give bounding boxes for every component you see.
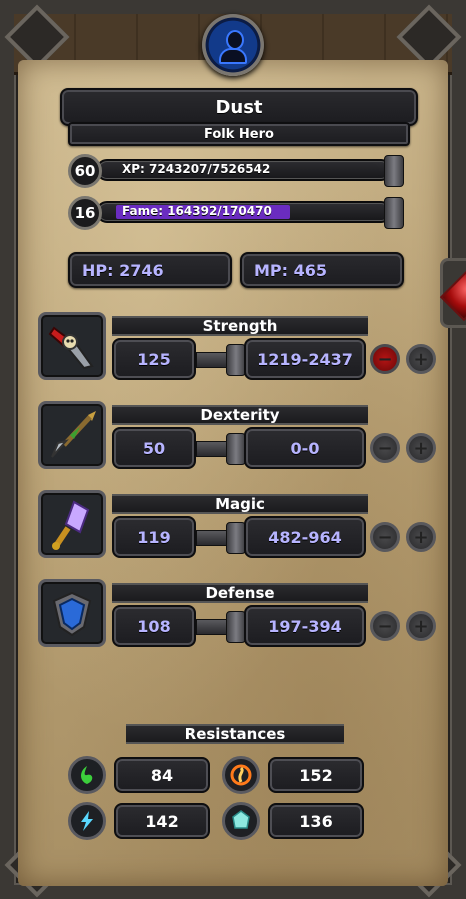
stat-damage-range: 482-964 bbox=[244, 516, 366, 558]
plus-icon: + bbox=[413, 526, 429, 548]
resistances-title: Resistances bbox=[126, 724, 344, 744]
increase-stat-button[interactable]: + bbox=[406, 522, 436, 552]
stat-damage-range: 0-0 bbox=[244, 427, 366, 469]
bar-end-bolt bbox=[384, 155, 404, 187]
plus-icon: + bbox=[413, 615, 429, 637]
resistance-value: 136 bbox=[268, 803, 364, 839]
resistance-value: 142 bbox=[114, 803, 210, 839]
fame-bar: Fame: 164392/170470 bbox=[96, 201, 392, 223]
stat-connector-bolt bbox=[226, 611, 246, 643]
fire-resistance-icon bbox=[222, 756, 260, 794]
minus-icon: − bbox=[377, 437, 393, 459]
decrease-stat-button[interactable]: − bbox=[370, 611, 400, 641]
hp-display: HP: 2746 bbox=[68, 252, 232, 288]
plus-icon: + bbox=[413, 437, 429, 459]
fame-level-badge: 16 bbox=[68, 196, 102, 230]
minus-icon: − bbox=[377, 615, 393, 637]
side-tab-gem[interactable] bbox=[439, 258, 466, 328]
minus-icon: − bbox=[377, 526, 393, 548]
stat-damage-range: 197-394 bbox=[244, 605, 366, 647]
minus-icon: − bbox=[377, 348, 393, 370]
stat-connector-bolt bbox=[226, 433, 246, 465]
ice-resistance-icon bbox=[222, 802, 260, 840]
stat-base-value: 108 bbox=[112, 605, 196, 647]
xp-bar: XP: 7243207/7526542 bbox=[96, 159, 392, 181]
character-title: Folk Hero bbox=[68, 122, 410, 146]
dexterity-icon bbox=[38, 401, 106, 469]
character-sheet: Dust Folk Hero XP: 7243207/7526542 60 Fa… bbox=[0, 0, 466, 899]
avatar[interactable] bbox=[202, 14, 264, 76]
red-gem-icon bbox=[439, 268, 466, 322]
stat-damage-range: 1219-2437 bbox=[244, 338, 366, 380]
resistance-value: 152 bbox=[268, 757, 364, 793]
xp-label: XP: 7243207/7526542 bbox=[122, 162, 271, 176]
mp-display: MP: 465 bbox=[240, 252, 404, 288]
decrease-stat-button[interactable]: − bbox=[370, 433, 400, 463]
increase-stat-button[interactable]: + bbox=[406, 611, 436, 641]
stat-name: Dexterity bbox=[112, 405, 368, 425]
stat-name: Strength bbox=[112, 316, 368, 336]
stat-connector-bolt bbox=[226, 522, 246, 554]
fame-label: Fame: 164392/170470 bbox=[122, 204, 272, 218]
player-silhouette-icon bbox=[218, 28, 248, 64]
strength-icon bbox=[38, 312, 106, 380]
stat-name: Defense bbox=[112, 583, 368, 603]
stat-base-value: 125 bbox=[112, 338, 196, 380]
character-name: Dust bbox=[60, 88, 418, 126]
increase-stat-button[interactable]: + bbox=[406, 344, 436, 374]
increase-stat-button[interactable]: + bbox=[406, 433, 436, 463]
level-badge: 60 bbox=[68, 154, 102, 188]
stat-base-value: 50 bbox=[112, 427, 196, 469]
stat-base-value: 119 bbox=[112, 516, 196, 558]
bar-end-bolt bbox=[384, 197, 404, 229]
resistance-value: 84 bbox=[114, 757, 210, 793]
stat-connector-bolt bbox=[226, 344, 246, 376]
decrease-stat-button[interactable]: − bbox=[370, 344, 400, 374]
defense-icon bbox=[38, 579, 106, 647]
magic-icon bbox=[38, 490, 106, 558]
plus-icon: + bbox=[413, 348, 429, 370]
poison-resistance-icon bbox=[68, 756, 106, 794]
decrease-stat-button[interactable]: − bbox=[370, 522, 400, 552]
stat-name: Magic bbox=[112, 494, 368, 514]
lightning-resistance-icon bbox=[68, 802, 106, 840]
